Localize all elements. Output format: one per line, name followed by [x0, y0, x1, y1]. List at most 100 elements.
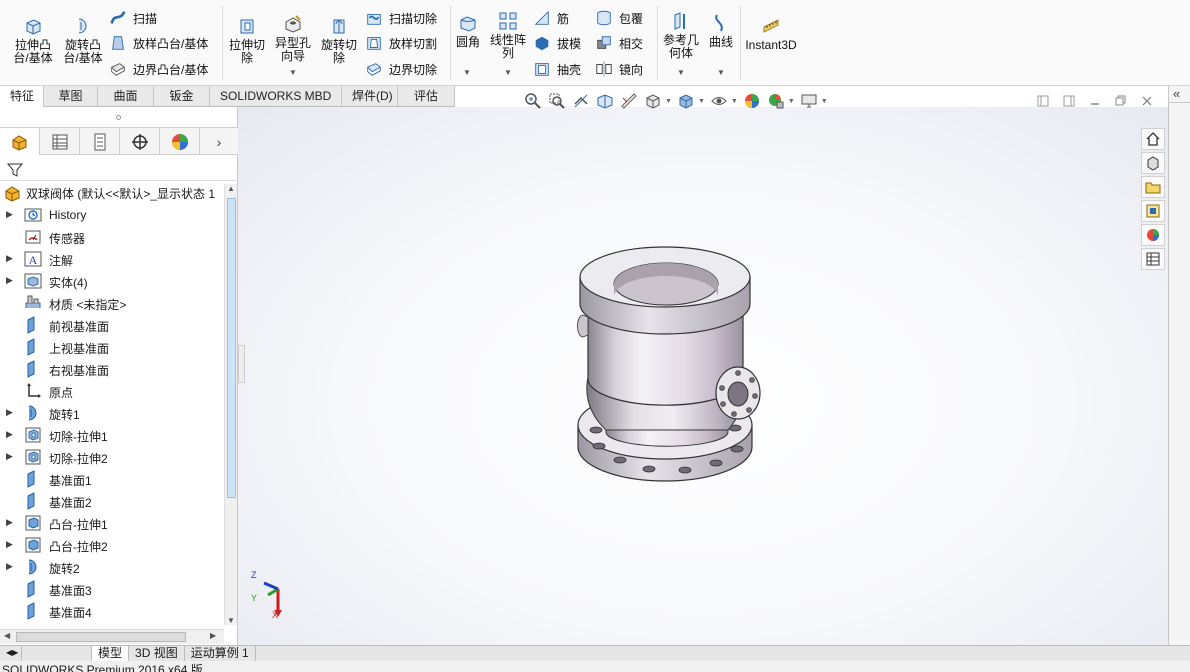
tree-item[interactable]: 传感器 [0, 226, 224, 248]
lofted-cut-button[interactable]: 放样切割 [365, 33, 437, 53]
extrude-cut-button[interactable]: 拉伸切 除 [224, 14, 270, 66]
reference-geometry-dropdown-icon[interactable]: ▼ [677, 68, 685, 77]
tab-motion-study-1[interactable]: 运动算例 1 [185, 646, 256, 661]
solidworks-resources-tab[interactable] [1141, 128, 1165, 150]
tab-evaluate[interactable]: 评估 [398, 86, 455, 107]
scrollbar-thumb[interactable] [16, 632, 186, 642]
tree-filter-bar[interactable] [0, 159, 236, 181]
close-icon[interactable] [1134, 92, 1160, 110]
linear-pattern-dropdown-icon[interactable]: ▼ [504, 68, 512, 77]
scroll-up-icon[interactable]: ▲ [227, 184, 235, 193]
dynamic-annotation-icon[interactable] [618, 91, 640, 111]
hole-wizard-button[interactable]: 异型孔 向导 [270, 12, 316, 64]
configurationmanager-tab[interactable] [80, 128, 120, 155]
tab-sheet-metal[interactable]: 钣金 [154, 86, 210, 107]
view-orientation-dropdown-icon[interactable]: ▼ [665, 98, 672, 105]
boundary-boss-button[interactable]: 边界凸台/基体 [109, 59, 208, 79]
graphics-area[interactable]: X Y Z [238, 107, 1168, 645]
scroll-down-icon[interactable]: ▼ [227, 616, 235, 625]
dimxpertmanager-tab[interactable] [120, 128, 160, 155]
valve-body-model[interactable] [238, 107, 1168, 645]
view-settings-dropdown-icon[interactable]: ▼ [821, 98, 828, 105]
tree-item[interactable]: ▶ 凸台-拉伸2 [0, 534, 224, 556]
display-style-dropdown-icon[interactable]: ▼ [698, 98, 705, 105]
tree-item[interactable]: ▶ 旋转1 [0, 402, 224, 424]
hole-wizard-dropdown-icon[interactable]: ▼ [289, 68, 297, 77]
expand-arrow-icon[interactable]: ▶ [6, 451, 13, 462]
instant3d-button[interactable]: Instant3D [743, 16, 799, 52]
mirror-button[interactable]: 镜向 [595, 59, 643, 79]
tree-item[interactable]: 基准面4 [0, 600, 224, 622]
tree-item[interactable]: 材质 <未指定> [0, 292, 224, 314]
restore-icon[interactable] [1108, 92, 1134, 110]
tree-item[interactable]: ▶ 实体(4) [0, 270, 224, 292]
loft-button[interactable]: 放样凸台/基体 [109, 33, 208, 53]
previous-view-icon[interactable] [570, 91, 592, 111]
tree-item[interactable]: 基准面3 [0, 578, 224, 600]
expand-arrow-icon[interactable]: ▶ [6, 561, 13, 572]
tree-item[interactable]: ▶ A 注解 [0, 248, 224, 270]
swept-cut-button[interactable]: 扫描切除 [365, 8, 437, 28]
expand-arrow-icon[interactable]: ▶ [6, 429, 13, 440]
tree-item[interactable]: ▶ 切除-拉伸2 [0, 446, 224, 468]
edit-appearance-icon[interactable] [741, 91, 763, 111]
revolve-cut-button[interactable]: 旋转切 除 [316, 14, 362, 66]
displaymanager-tab[interactable] [160, 128, 200, 155]
draft-button[interactable]: 拔模 [533, 33, 581, 53]
tab-weldments[interactable]: 焊件(D) [342, 86, 398, 107]
tile-left-icon[interactable] [1030, 92, 1056, 110]
propertymanager-tab[interactable] [40, 128, 80, 155]
rib-button[interactable]: 筋 [533, 8, 569, 28]
tree-item[interactable]: 基准面1 [0, 468, 224, 490]
tree-item[interactable]: 基准面2 [0, 490, 224, 512]
linear-pattern-button[interactable]: 线性阵 列 [486, 10, 530, 60]
hide-show-dropdown-icon[interactable]: ▼ [731, 98, 738, 105]
tab-model[interactable]: 模型 [92, 646, 130, 661]
appearances-tab[interactable] [1141, 224, 1165, 246]
tree-item[interactable]: ▶ 旋转2 [0, 556, 224, 578]
expand-arrow-icon[interactable]: ▶ [6, 539, 13, 550]
curves-button[interactable]: 曲线 [704, 10, 738, 52]
expand-arrow-icon[interactable]: ▶ [6, 407, 13, 418]
intersect-button[interactable]: 相交 [595, 33, 643, 53]
view-orientation-icon[interactable] [642, 91, 664, 111]
tab-features[interactable]: 特征 [0, 86, 44, 107]
sweep-button[interactable]: 扫描 [109, 8, 157, 28]
tree-item[interactable]: ▶ History [0, 204, 224, 226]
tree-item[interactable]: ▶ 凸台-拉伸1 [0, 512, 224, 534]
apply-scene-dropdown-icon[interactable]: ▼ [788, 98, 795, 105]
tree-horizontal-scrollbar[interactable]: ◀ ▶ [0, 629, 224, 644]
panel-more-tab[interactable]: › [200, 128, 238, 155]
tile-right-icon[interactable] [1056, 92, 1082, 110]
scroll-right-icon[interactable]: ▶ [210, 631, 216, 640]
tabs-navigation-icon[interactable]: ◀▶ [0, 646, 22, 661]
expand-arrow-icon[interactable]: ▶ [6, 275, 13, 286]
shell-button[interactable]: 抽壳 [533, 59, 581, 79]
tree-item[interactable]: 上视基准面 [0, 336, 224, 358]
tree-item[interactable]: ▶ 切除-拉伸1 [0, 424, 224, 446]
zoom-to-fit-icon[interactable] [522, 91, 544, 111]
panel-splitter[interactable] [238, 345, 245, 383]
featuremanager-tree-tab[interactable] [0, 128, 40, 155]
collapse-double-chevron-icon[interactable]: « [1173, 86, 1180, 101]
file-explorer-tab[interactable] [1141, 176, 1165, 198]
wrap-button[interactable]: 包覆 [595, 8, 643, 28]
view-palette-tab[interactable] [1141, 200, 1165, 222]
expand-arrow-icon[interactable]: ▶ [6, 209, 13, 220]
design-library-tab[interactable] [1141, 152, 1165, 174]
minimize-icon[interactable] [1082, 92, 1108, 110]
hide-show-items-icon[interactable] [708, 91, 730, 111]
view-settings-icon[interactable] [798, 91, 820, 111]
expand-arrow-icon[interactable]: ▶ [6, 517, 13, 528]
curves-dropdown-icon[interactable]: ▼ [717, 68, 725, 77]
tree-vertical-scrollbar[interactable]: ▲ ▼ [224, 184, 237, 625]
scrollbar-thumb[interactable] [227, 198, 236, 498]
tree-item[interactable]: 右视基准面 [0, 358, 224, 380]
tree-item[interactable]: 前视基准面 [0, 314, 224, 336]
apply-scene-icon[interactable] [765, 91, 787, 111]
panel-gripper-icon[interactable] [116, 115, 121, 120]
zoom-to-area-icon[interactable] [546, 91, 568, 111]
tab-surfaces[interactable]: 曲面 [98, 86, 154, 107]
custom-properties-tab[interactable] [1141, 248, 1165, 270]
tree-root-item[interactable]: 双球阀体 (默认<<默认>_显示状态 1 [0, 182, 224, 204]
